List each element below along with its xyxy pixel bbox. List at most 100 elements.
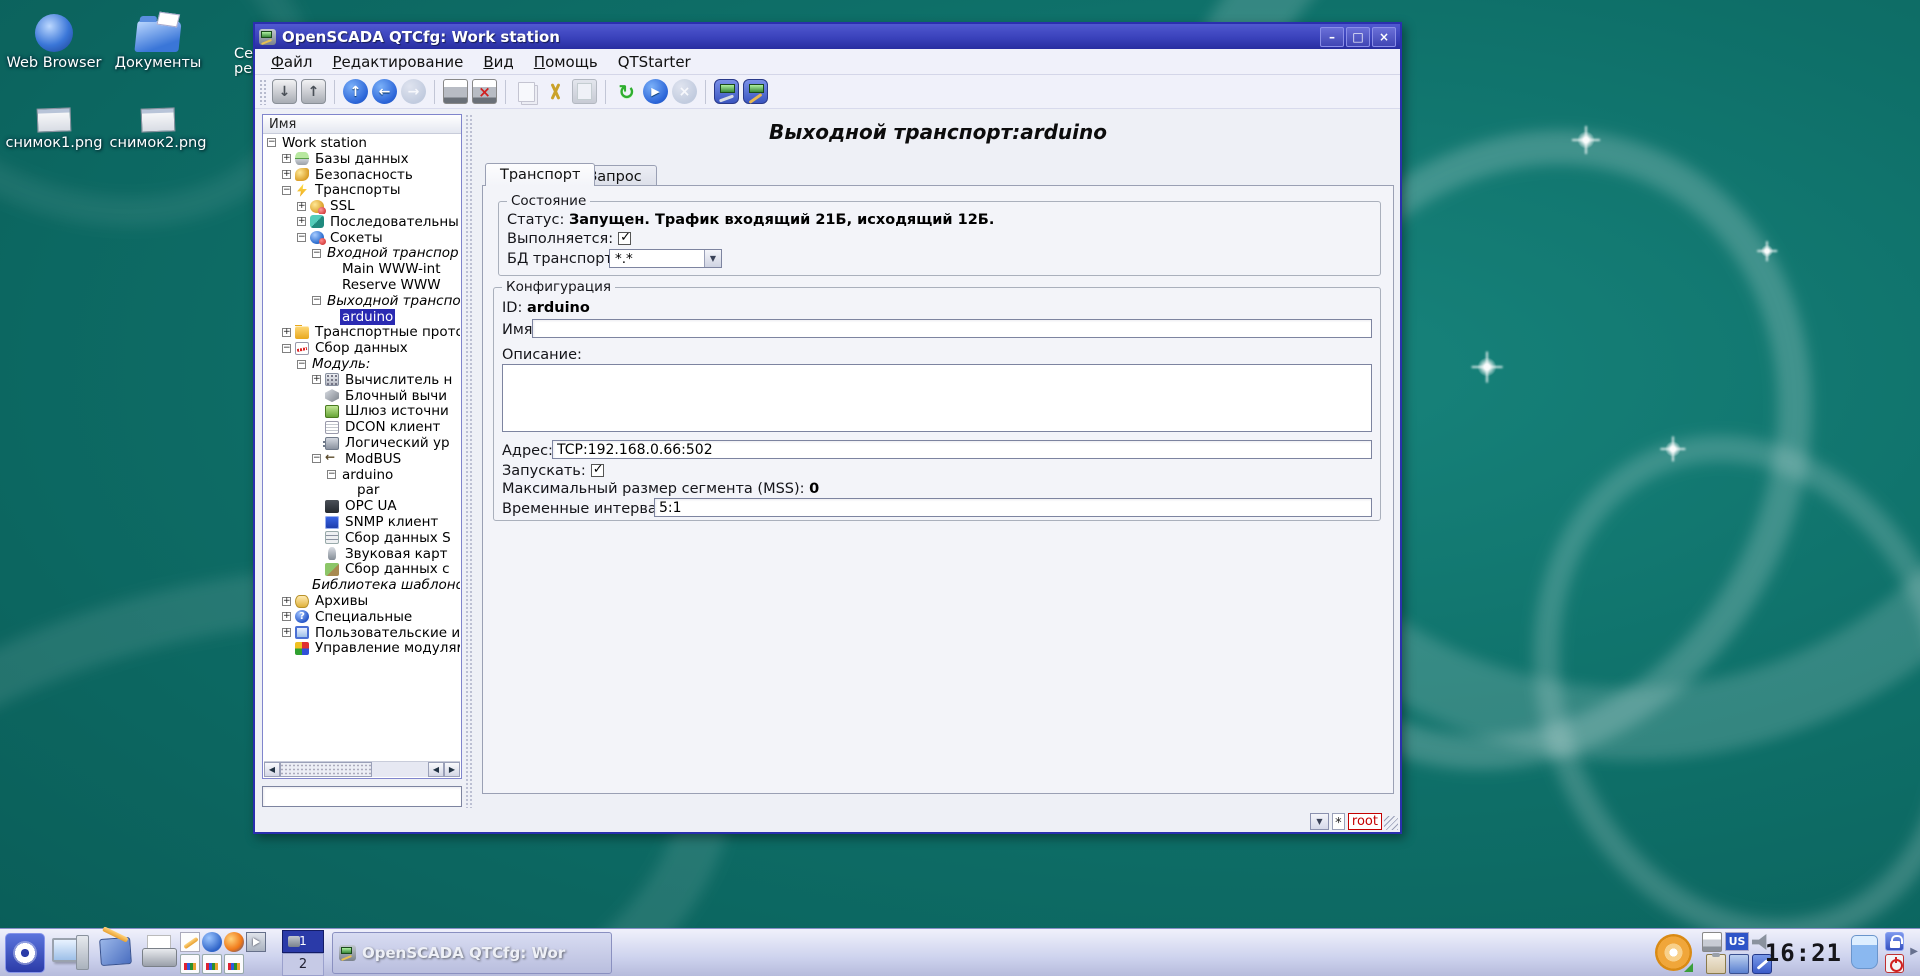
pager-desktop-2[interactable]: 2 — [282, 953, 324, 976]
save-icon[interactable]: ↑ — [301, 79, 326, 104]
panel-hide-arrow-icon[interactable]: ▶ — [1910, 946, 1918, 957]
back-icon[interactable]: ← — [372, 79, 397, 104]
tree-header[interactable]: Имя — [263, 115, 461, 134]
collapse-toggle-icon[interactable]: − — [297, 233, 306, 242]
tree-item[interactable]: par — [264, 483, 460, 499]
collapse-toggle-icon[interactable]: − — [282, 344, 291, 353]
expand-toggle-icon[interactable]: + — [297, 217, 306, 226]
tree-item[interactable]: +SSL — [264, 198, 460, 214]
up-icon[interactable]: ↑ — [343, 79, 368, 104]
tree-item[interactable]: DCON клиент — [264, 419, 460, 435]
task-button-openscada[interactable]: OpenSCADA QTCfg: Wor — [332, 932, 612, 974]
stop-icon[interactable]: × — [672, 79, 697, 104]
maximize-button[interactable]: □ — [1346, 27, 1370, 47]
expand-toggle-icon[interactable]: + — [282, 154, 291, 163]
expand-toggle-icon[interactable]: + — [282, 328, 291, 337]
tree-item[interactable]: +Специальные — [264, 609, 460, 625]
menu-item-1[interactable]: Файл — [261, 51, 322, 73]
copy-icon[interactable] — [518, 82, 535, 102]
tree-item[interactable]: +Вычислитель н — [264, 372, 460, 388]
trash-icon[interactable] — [1851, 935, 1878, 969]
timings-input[interactable] — [654, 498, 1372, 517]
collapse-toggle-icon[interactable]: − — [267, 138, 276, 147]
description-textarea[interactable] — [502, 364, 1372, 432]
tree-item[interactable]: −Входной транспор — [264, 246, 460, 262]
desktop-icon-documents[interactable]: Документы — [108, 8, 208, 71]
expand-toggle-icon[interactable]: + — [312, 375, 321, 384]
tree-item[interactable]: +Пользовательские и — [264, 625, 460, 641]
print-cancel-icon[interactable]: × — [472, 79, 497, 104]
scroll-left-icon[interactable]: ◀ — [264, 762, 280, 777]
konsole-icon[interactable] — [246, 932, 266, 952]
desktop-icon-snapshot1[interactable]: снимок1.png — [4, 100, 104, 151]
tree-horizontal-scrollbar[interactable]: ◀ ◀ ▶ — [264, 761, 460, 777]
menu-item-2[interactable]: Редактирование — [322, 51, 473, 73]
load-icon[interactable]: ↓ — [272, 79, 297, 104]
expand-toggle-icon[interactable]: + — [282, 612, 291, 621]
kbug-icon[interactable] — [202, 932, 222, 952]
printersm-icon[interactable] — [1702, 932, 1722, 952]
tree-item[interactable]: −Work station — [264, 135, 460, 151]
collapse-toggle-icon[interactable]: − — [312, 249, 321, 258]
kchart3-icon[interactable] — [224, 954, 244, 974]
expand-toggle-icon[interactable]: + — [282, 597, 291, 606]
kmenu-icon[interactable] — [5, 933, 45, 973]
vision-icon[interactable] — [743, 79, 768, 104]
tree-item[interactable]: arduino — [264, 309, 460, 325]
tree-item[interactable]: Звуковая карт — [264, 546, 460, 562]
paste-icon[interactable] — [572, 79, 597, 104]
cd-icon[interactable] — [1655, 934, 1692, 971]
scroll-left-icon[interactable]: ◀ — [428, 762, 444, 777]
tree-item[interactable]: Reserve WWW — [264, 277, 460, 293]
tree-item[interactable]: OPC UA — [264, 498, 460, 514]
cut-icon[interactable] — [543, 79, 568, 104]
tree-item[interactable]: Шлюз источни — [264, 404, 460, 420]
tree-item[interactable]: Сбор данных S — [264, 530, 460, 546]
menu-item-3[interactable]: Вид — [473, 51, 523, 73]
expand-toggle-icon[interactable]: + — [282, 628, 291, 637]
qtcfg-icon[interactable] — [714, 79, 739, 104]
tree-item[interactable]: SNMP клиент — [264, 514, 460, 530]
tree-item[interactable]: +Базы данных — [264, 151, 460, 167]
menu-item-5[interactable]: QTStarter — [608, 51, 701, 73]
tree-item[interactable]: Управление модулям — [264, 641, 460, 657]
collapse-toggle-icon[interactable]: − — [312, 454, 321, 463]
toolbar-handle[interactable] — [259, 79, 266, 105]
collapse-toggle-icon[interactable]: − — [297, 360, 306, 369]
scrollbar-thumb[interactable] — [280, 762, 372, 777]
address-input[interactable] — [552, 440, 1372, 459]
running-checkbox[interactable] — [618, 232, 631, 245]
tree-item[interactable]: −Сбор данных — [264, 340, 460, 356]
power-icon[interactable] — [1885, 954, 1904, 973]
tree-item[interactable]: −arduino — [264, 467, 460, 483]
scroll-right-icon[interactable]: ▶ — [444, 762, 460, 777]
expand-toggle-icon[interactable]: + — [297, 202, 306, 211]
lock-icon[interactable] — [1885, 932, 1904, 951]
tree-item[interactable]: +Архивы — [264, 593, 460, 609]
tab-transport[interactable]: Транспорт — [485, 163, 595, 186]
resize-grip[interactable] — [1384, 816, 1398, 830]
footer-dropdown-button[interactable]: ▼ — [1310, 813, 1329, 830]
title-bar[interactable]: OpenSCADA QTCfg: Work station – □ × — [255, 24, 1400, 49]
clock[interactable]: 16:21 — [1765, 939, 1842, 967]
usflag-icon[interactable]: US — [1725, 932, 1749, 951]
name-input[interactable] — [532, 319, 1372, 338]
tree-item[interactable]: +Последовательны — [264, 214, 460, 230]
start-icon[interactable]: ▶ — [643, 79, 668, 104]
printerbig-icon[interactable] — [140, 933, 178, 971]
desktop-icon-snapshot2[interactable]: снимок2.png — [108, 100, 208, 151]
deskclip-icon[interactable] — [99, 937, 132, 966]
klipper-icon[interactable] — [1706, 954, 1726, 974]
chevron-down-icon[interactable]: ▼ — [704, 250, 721, 267]
collapse-toggle-icon[interactable]: − — [312, 296, 321, 305]
tree-item[interactable]: −Модуль: — [264, 356, 460, 372]
tree-item[interactable]: −Транспорты — [264, 182, 460, 198]
netmon-icon[interactable] — [1729, 954, 1749, 974]
tree-item[interactable]: −ModBUS — [264, 451, 460, 467]
forward-icon[interactable]: → — [401, 79, 426, 104]
minimize-button[interactable]: – — [1320, 27, 1344, 47]
scrollbar-track[interactable] — [372, 762, 428, 777]
tree-item[interactable]: −Выходной транспо — [264, 293, 460, 309]
tree-filter-input[interactable] — [262, 786, 462, 807]
kchart2-icon[interactable] — [202, 954, 222, 974]
